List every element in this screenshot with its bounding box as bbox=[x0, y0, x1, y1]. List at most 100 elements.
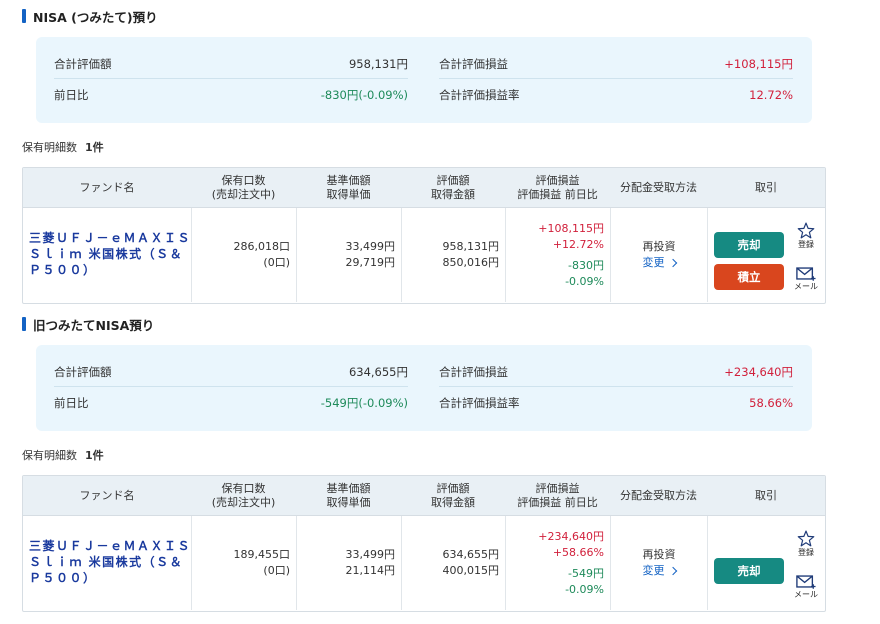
header-text: 基準価額 bbox=[326, 174, 371, 187]
header-trade: 取引 bbox=[707, 476, 825, 516]
summary-label: 合計評価額 bbox=[54, 364, 112, 379]
cell-gain: +234,640円 +58.66% -549円 -0.09% bbox=[505, 516, 610, 610]
summary-label: 前日比 bbox=[54, 396, 89, 410]
nav-value: 33,499円 bbox=[345, 240, 396, 253]
header-text: 取得単価 bbox=[326, 496, 371, 509]
header-text: (売却注文中) bbox=[211, 188, 276, 201]
dist-method-value: 再投資 bbox=[642, 548, 676, 561]
header-dist: 分配金受取方法 bbox=[610, 476, 707, 516]
section-marker bbox=[22, 9, 26, 23]
holdings-count: 保有明細数 1件 bbox=[22, 139, 104, 155]
holdings-table: ファンド名 保有口数 (売却注文中) 基準価額 取得単価 評価額 取得金額 評価損益評… bbox=[22, 475, 826, 612]
mail-button[interactable]: メール bbox=[794, 574, 818, 599]
cell-distribution: 再投資 変更 bbox=[610, 208, 707, 302]
cell-value: 634,655円 400,015円 bbox=[401, 516, 505, 610]
mail-label: メール bbox=[794, 282, 818, 291]
header-text: 評価額 bbox=[436, 174, 470, 187]
summary-value: -830円(-0.09%) bbox=[320, 88, 408, 102]
header-text: (売却注文中) bbox=[211, 496, 276, 509]
section-title: 旧つみたてNISA預り bbox=[22, 316, 154, 333]
summary-value: 58.66% bbox=[749, 396, 793, 410]
summary-total-value: 合計評価額 634,655円 bbox=[54, 357, 408, 387]
cost-total-value: 850,016円 bbox=[442, 256, 500, 269]
sell-button[interactable]: 売却 bbox=[714, 558, 784, 584]
header-price: 基準価額 取得単価 bbox=[296, 476, 401, 516]
header-text: 保有口数 bbox=[221, 482, 266, 495]
star-icon bbox=[797, 530, 815, 547]
cell-price: 33,499円 29,719円 bbox=[296, 208, 401, 302]
gain-value: +234,640円 bbox=[538, 529, 604, 543]
summary-total-value: 合計評価額 958,131円 bbox=[54, 49, 408, 79]
change-link-label: 変更 bbox=[642, 256, 665, 269]
header-text: 基準価額 bbox=[326, 482, 371, 495]
fund-name-link[interactable]: 三菱ＵＦＪ－ｅＭＡＸＩＳ Ｓｌｉｍ 米国株式（Ｓ＆Ｐ５００） bbox=[23, 516, 191, 610]
units-pending-value: (0口) bbox=[263, 564, 290, 577]
units-value: 189,455口 bbox=[233, 548, 291, 561]
dist-method-value: 再投資 bbox=[642, 240, 676, 253]
mail-label: メール bbox=[794, 590, 818, 599]
summary-gain-rate: 合計評価損益率 58.66% bbox=[439, 388, 793, 418]
chevron-right-icon bbox=[668, 566, 677, 576]
sell-button[interactable]: 売却 bbox=[714, 232, 784, 258]
units-pending-value: (0口) bbox=[263, 256, 290, 269]
header-text: 取得単価 bbox=[326, 188, 371, 201]
section-title-text: NISA (つみたて)預り bbox=[33, 9, 158, 25]
change-link[interactable]: 変更 bbox=[642, 255, 677, 271]
summary-total-gain: 合計評価損益 +108,115円 bbox=[439, 49, 793, 79]
chevron-right-icon bbox=[668, 258, 677, 268]
summary-value: 12.72% bbox=[749, 88, 793, 102]
change-link-label: 変更 bbox=[642, 564, 665, 577]
summary-daily-change: 前日比 -830円(-0.09%) bbox=[54, 80, 408, 110]
holdings-label: 保有明細数 bbox=[22, 449, 77, 462]
section-marker bbox=[22, 317, 26, 331]
value-amount: 634,655円 bbox=[442, 548, 500, 561]
register-label: 登録 bbox=[798, 548, 814, 557]
nav-value: 33,499円 bbox=[345, 548, 396, 561]
cell-distribution: 再投資 変更 bbox=[610, 516, 707, 610]
register-favorite-button[interactable]: 登録 bbox=[794, 530, 818, 557]
cost-unit-value: 29,719円 bbox=[345, 256, 396, 269]
mail-icon bbox=[796, 267, 816, 281]
header-fund: ファンド名 bbox=[23, 476, 191, 516]
cell-trade: 売却 登録 メール bbox=[707, 516, 825, 610]
cell-trade: 売却 積立 登録 メール bbox=[707, 208, 825, 302]
fund-name-link[interactable]: 三菱ＵＦＪ－ｅＭＡＸＩＳ Ｓｌｉｍ 米国株式（Ｓ＆Ｐ５００） bbox=[23, 208, 191, 302]
summary-value: 634,655円 bbox=[348, 364, 408, 379]
header-text: 分配金受取方法 bbox=[620, 181, 697, 194]
mail-button[interactable]: メール bbox=[794, 266, 818, 291]
cell-price: 33,499円 21,114円 bbox=[296, 516, 401, 610]
table-row: 三菱ＵＦＪ－ｅＭＡＸＩＳ Ｓｌｉｍ 米国株式（Ｓ＆Ｐ５００） 286,018口 … bbox=[23, 208, 825, 302]
table-row: 三菱ＵＦＪ－ｅＭＡＸＩＳ Ｓｌｉｍ 米国株式（Ｓ＆Ｐ５００） 189,455口 … bbox=[23, 516, 825, 610]
header-text: 評価損益 bbox=[535, 482, 580, 495]
change-link[interactable]: 変更 bbox=[642, 563, 677, 579]
header-text: 取引 bbox=[755, 489, 777, 502]
day-change-rate-value: -0.09% bbox=[565, 582, 604, 596]
summary-panel: 合計評価額 634,655円 前日比 -549円(-0.09%) 合計評価損益 … bbox=[36, 345, 812, 431]
summary-value: 958,131円 bbox=[348, 56, 408, 71]
register-favorite-button[interactable]: 登録 bbox=[794, 222, 818, 249]
cell-gain: +108,115円 +12.72% -830円 -0.09% bbox=[505, 208, 610, 302]
header-value: 評価額 取得金額 bbox=[401, 168, 505, 208]
header-dist: 分配金受取方法 bbox=[610, 168, 707, 208]
header-trade: 取引 bbox=[707, 168, 825, 208]
cell-units: 286,018口 (0口) bbox=[191, 208, 296, 302]
holdings-count-value: 1件 bbox=[85, 141, 104, 154]
section-title: NISA (つみたて)預り bbox=[22, 8, 158, 25]
header-units: 保有口数 (売却注文中) bbox=[191, 168, 296, 208]
header-fund: ファンド名 bbox=[23, 168, 191, 208]
summary-panel: 合計評価額 958,131円 前日比 -830円(-0.09%) 合計評価損益 … bbox=[36, 37, 812, 123]
accumulate-button[interactable]: 積立 bbox=[714, 264, 784, 290]
mail-icon bbox=[796, 575, 816, 589]
header-text: 評価損益 bbox=[535, 174, 580, 187]
summary-daily-change: 前日比 -549円(-0.09%) bbox=[54, 388, 408, 418]
register-label: 登録 bbox=[798, 240, 814, 249]
holdings-label: 保有明細数 bbox=[22, 141, 77, 154]
cell-units: 189,455口 (0口) bbox=[191, 516, 296, 610]
units-value: 286,018口 bbox=[233, 240, 291, 253]
summary-label: 前日比 bbox=[54, 88, 89, 102]
holdings-table: ファンド名 保有口数 (売却注文中) 基準価額 取得単価 評価額 取得金額 評価損益 評… bbox=[22, 167, 826, 304]
summary-label: 合計評価損益率 bbox=[439, 88, 520, 102]
table-header: ファンド名 保有口数 (売却注文中) 基準価額 取得単価 評価額 取得金額 評価損益評… bbox=[23, 476, 825, 516]
cost-total-value: 400,015円 bbox=[442, 564, 500, 577]
holdings-count-value: 1件 bbox=[85, 449, 104, 462]
